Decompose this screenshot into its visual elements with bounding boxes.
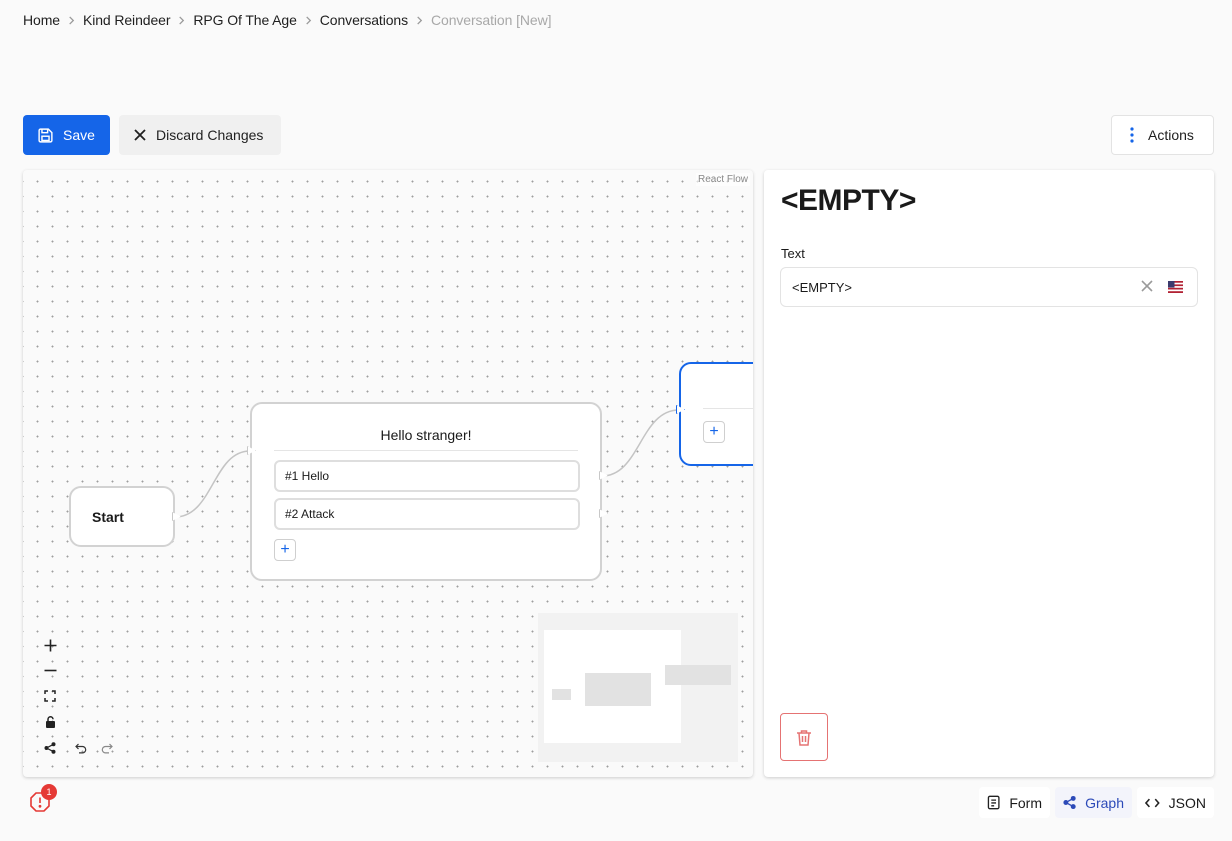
zoom-in-button[interactable] (41, 636, 59, 654)
us-flag-icon[interactable] (1168, 281, 1183, 293)
minus-icon (44, 669, 56, 671)
minimap-node-empty (665, 665, 731, 685)
node-dialogue-hello[interactable]: Hello stranger! #1 Hello #2 Attack + (250, 402, 602, 581)
share-icon (44, 742, 56, 754)
breadcrumb-game[interactable]: RPG Of The Age (193, 12, 297, 28)
tab-form-label: Form (1009, 794, 1042, 811)
panel-title: <EMPTY> (781, 184, 916, 217)
share-icon (1063, 795, 1076, 810)
trash-icon (797, 729, 811, 746)
tab-graph[interactable]: Graph (1055, 787, 1132, 818)
node-start-label: Start (92, 508, 124, 525)
minimap[interactable] (538, 613, 738, 762)
clear-icon[interactable] (1141, 280, 1153, 292)
breadcrumb-current: Conversation [New] (431, 12, 552, 28)
tab-json[interactable]: JSON (1137, 787, 1214, 818)
more-vertical-icon (1130, 127, 1134, 143)
edge-start-hello (174, 450, 251, 518)
node-editor-panel: <EMPTY> Text <EMPTY> (764, 170, 1214, 777)
actions-label: Actions (1148, 127, 1194, 143)
actions-button[interactable]: Actions (1111, 115, 1214, 155)
toggle-interactivity-button[interactable] (41, 713, 59, 731)
lock-icon (45, 716, 55, 728)
fit-view-button[interactable] (41, 687, 59, 705)
redo-icon (101, 743, 113, 753)
node-start[interactable]: Start (69, 486, 175, 547)
node-hello-title: Hello stranger! (274, 427, 578, 451)
auto-layout-button[interactable] (41, 739, 59, 757)
node-empty-title (703, 387, 753, 409)
node-dialogue-empty[interactable]: + (679, 362, 753, 466)
redo-button[interactable] (98, 739, 116, 757)
edge-hello-empty (601, 409, 680, 477)
minimap-node-start (552, 689, 571, 700)
undo-button[interactable] (72, 739, 90, 757)
tab-form[interactable]: Form (979, 787, 1050, 818)
minimap-node-hello (585, 673, 651, 706)
plus-icon (44, 639, 56, 651)
chevron-right-icon (67, 15, 76, 25)
save-button[interactable]: Save (23, 115, 110, 155)
zoom-out-button[interactable] (41, 661, 59, 679)
code-icon (1145, 798, 1160, 807)
breadcrumb-conversations[interactable]: Conversations (320, 12, 408, 28)
breadcrumb: Home Kind Reindeer RPG Of The Age Conver… (23, 11, 551, 29)
tab-graph-label: Graph (1085, 794, 1124, 811)
tab-json-label: JSON (1168, 794, 1206, 811)
save-label: Save (63, 127, 95, 143)
issues-count-badge: 1 (41, 784, 57, 800)
text-field[interactable]: <EMPTY> (780, 267, 1198, 307)
chevron-right-icon (177, 15, 186, 25)
discard-label: Discard Changes (156, 127, 264, 143)
node-hello-option-1[interactable]: #1 Hello (274, 460, 580, 492)
node-hello-option-2[interactable]: #2 Attack (274, 498, 580, 530)
delete-node-button[interactable] (780, 713, 828, 761)
form-icon (987, 795, 1000, 810)
chevron-right-icon (304, 15, 313, 25)
add-option-button[interactable]: + (274, 539, 296, 561)
breadcrumb-home[interactable]: Home (23, 12, 60, 28)
breadcrumb-project[interactable]: Kind Reindeer (83, 12, 171, 28)
flow-canvas[interactable]: React Flow Start Hello stranger! #1 Hell… (23, 170, 753, 777)
close-icon (134, 129, 146, 141)
add-option-button[interactable]: + (703, 421, 725, 443)
fit-view-icon (44, 690, 56, 702)
chevron-right-icon (415, 15, 424, 25)
save-icon (38, 127, 53, 143)
text-field-label: Text (781, 246, 805, 261)
discard-changes-button[interactable]: Discard Changes (119, 115, 281, 155)
undo-icon (75, 743, 87, 753)
text-field-value: <EMPTY> (792, 279, 852, 295)
